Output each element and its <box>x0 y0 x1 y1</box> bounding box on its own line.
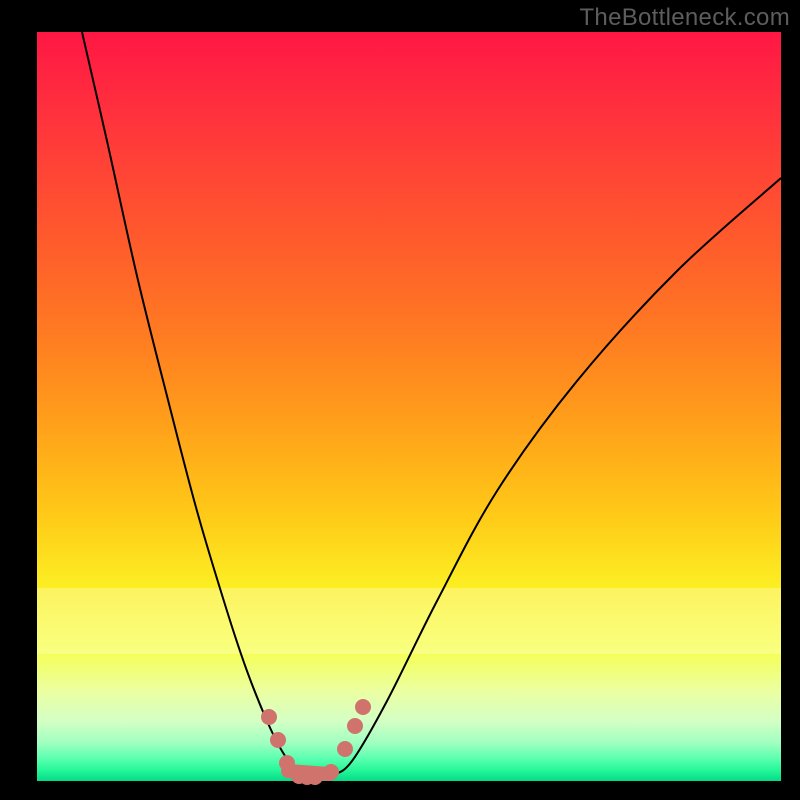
marker-dot <box>323 764 339 780</box>
marker-dot <box>347 718 363 734</box>
chart-stage: TheBottleneck.com <box>0 0 800 800</box>
marker-dot <box>337 741 353 757</box>
curve-svg <box>37 32 781 781</box>
marker-dot <box>279 755 295 771</box>
marker-dot <box>270 732 286 748</box>
plot-area <box>37 32 781 781</box>
v-curve <box>82 32 781 777</box>
dots-cluster <box>261 699 371 785</box>
marker-dot <box>355 699 371 715</box>
watermark-text: TheBottleneck.com <box>579 4 790 32</box>
marker-dot <box>261 709 277 725</box>
marker-dot <box>307 769 323 785</box>
